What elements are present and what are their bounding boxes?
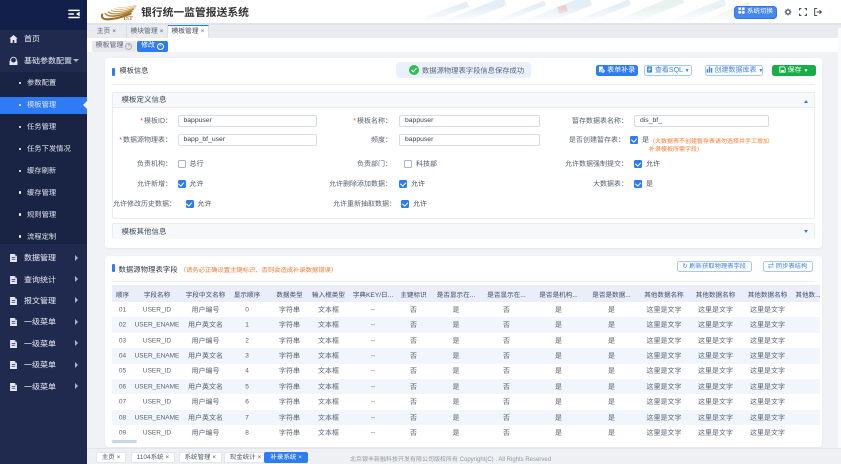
svg-text:IST: IST [124,16,133,21]
